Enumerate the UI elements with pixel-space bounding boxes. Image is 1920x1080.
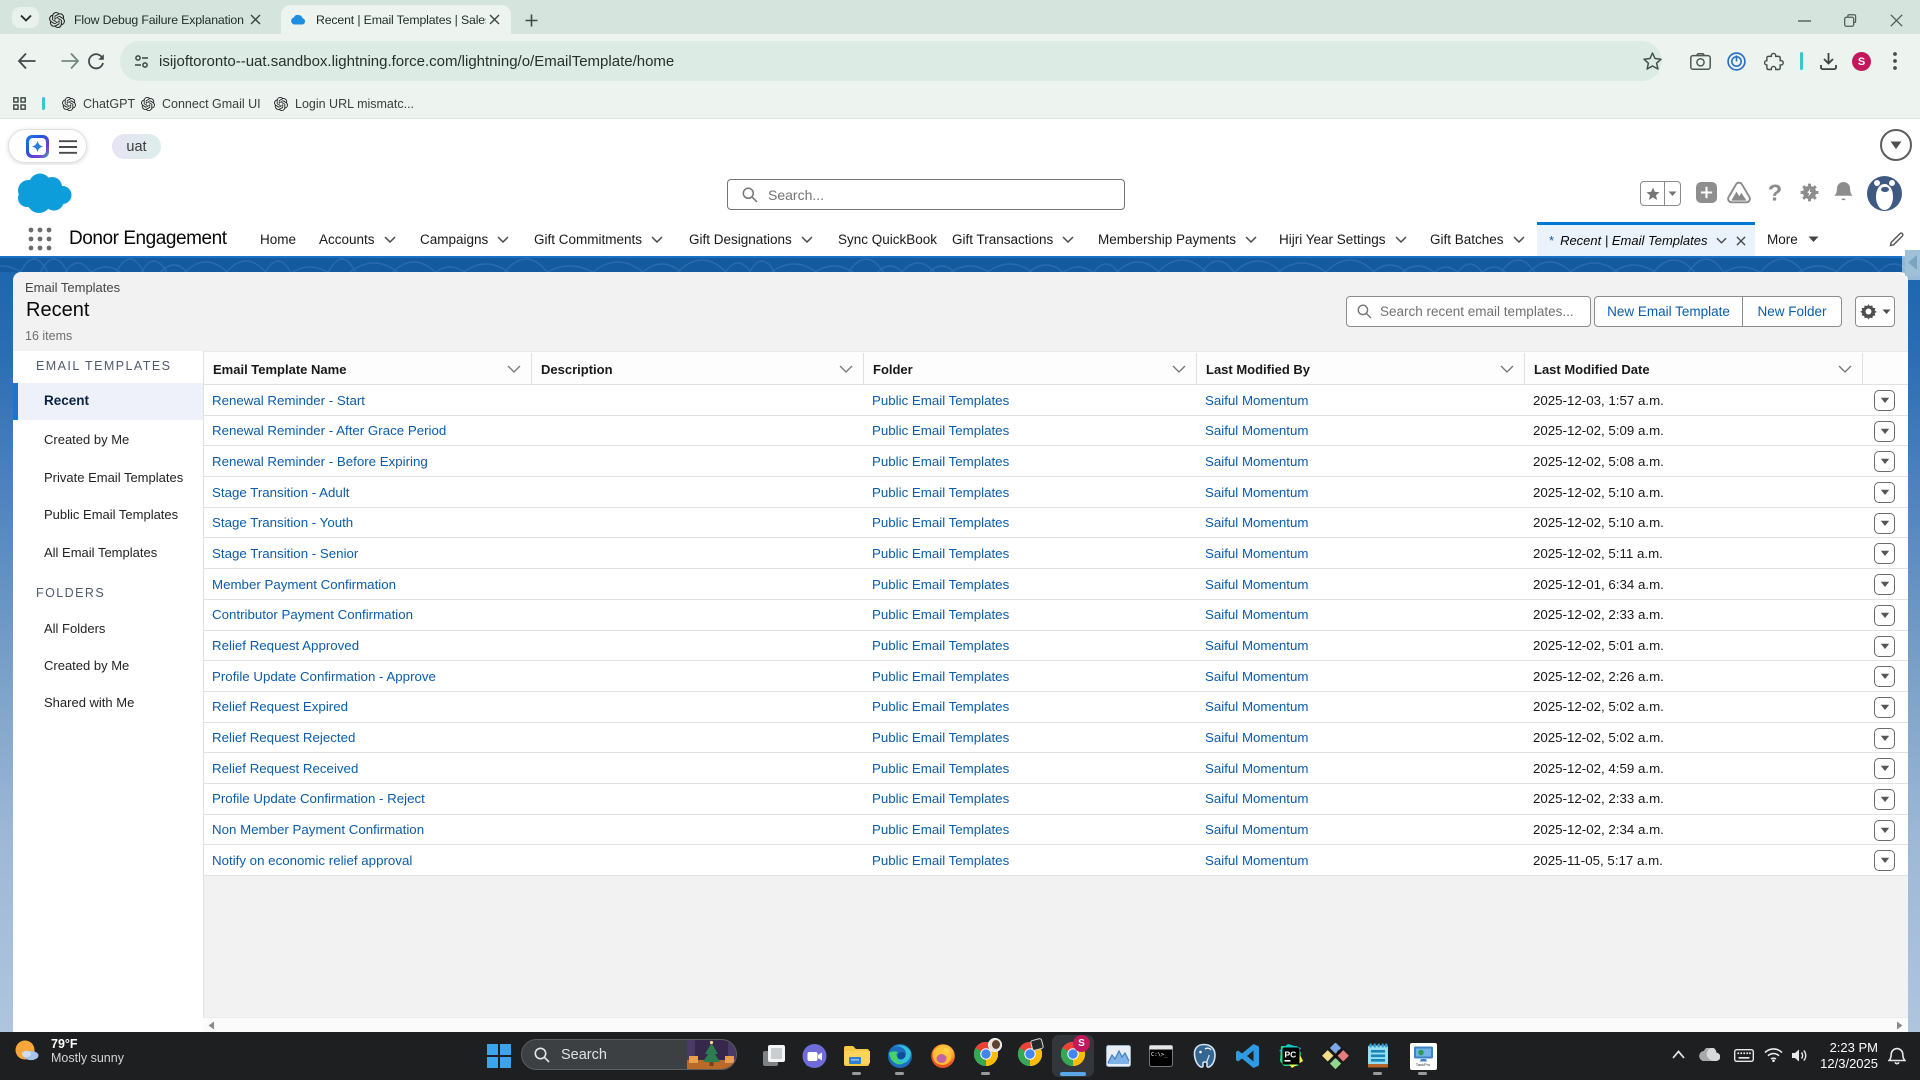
svg-text:PC: PC — [1285, 1050, 1297, 1060]
svg-text:C:\>_: C:\>_ — [1151, 1052, 1168, 1058]
svg-text:?: ? — [1768, 181, 1782, 205]
